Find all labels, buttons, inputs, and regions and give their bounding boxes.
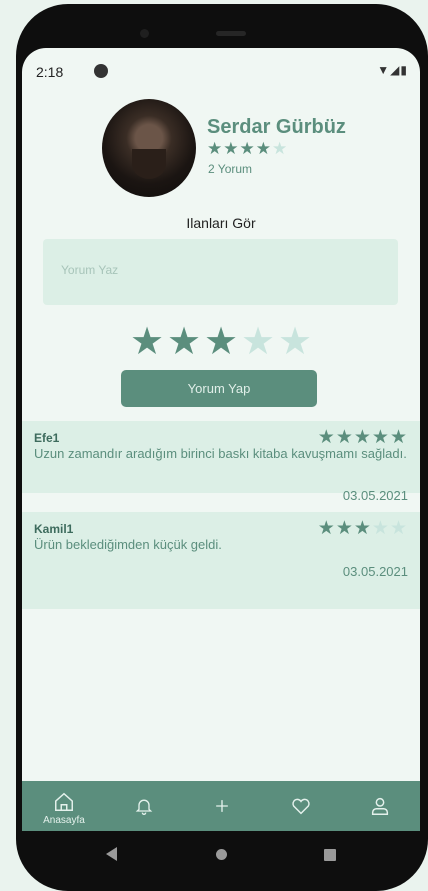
status-bar: 2:18 ▼◢▮ bbox=[22, 48, 420, 88]
status-time: 2:18 bbox=[36, 64, 64, 80]
tab-favorites[interactable] bbox=[271, 781, 331, 831]
rating-star-1[interactable]: ★ bbox=[129, 322, 166, 362]
star-empty-icon: ★ bbox=[389, 518, 408, 539]
review-user: Efe1 bbox=[34, 431, 60, 445]
review-user: Kamil1 bbox=[34, 522, 74, 536]
avatar-portrait bbox=[132, 149, 166, 179]
bottom-tab-bar: Anasayfa bbox=[22, 781, 420, 831]
review-date: 03.05.2021 bbox=[342, 564, 408, 579]
review-date: 03.05.2021 bbox=[342, 488, 408, 503]
tab-home[interactable]: Anasayfa bbox=[34, 781, 94, 831]
home-circle-icon[interactable] bbox=[216, 849, 227, 860]
app-screen: 2:18 ▼◢▮ Serdar Gürbüz ★★★★★ 2 Yorum Ila… bbox=[22, 48, 420, 831]
tab-home-label: Anasayfa bbox=[43, 815, 85, 826]
rating-star-3[interactable]: ★ bbox=[203, 322, 240, 362]
bell-icon bbox=[135, 799, 153, 815]
rating-star-5[interactable]: ★ bbox=[277, 322, 314, 362]
review-card: Kamil1 ★★★★★ Ürün beklediğimden küçük ge… bbox=[22, 512, 420, 609]
rating-selector: ★★★★★ bbox=[22, 322, 420, 362]
star-icon: ★ bbox=[371, 427, 390, 448]
view-listings-link[interactable]: Ilanları Gör bbox=[22, 215, 420, 231]
user-icon bbox=[371, 797, 389, 815]
star-icon: ★ bbox=[389, 427, 408, 448]
back-icon[interactable] bbox=[106, 847, 117, 861]
profile-name: Serdar Gürbüz bbox=[207, 116, 346, 138]
review-count: 2 Yorum bbox=[208, 162, 253, 176]
profile-rating: ★★★★★ bbox=[207, 139, 288, 159]
recent-apps-icon[interactable] bbox=[324, 849, 336, 861]
tab-add[interactable] bbox=[192, 781, 252, 831]
review-text: Ürün beklediğimden küçük geldi. bbox=[34, 537, 222, 552]
rating-star-4[interactable]: ★ bbox=[240, 322, 277, 362]
system-nav-bar bbox=[22, 831, 420, 879]
star-icon: ★ bbox=[239, 139, 256, 158]
star-icon: ★ bbox=[353, 518, 372, 539]
star-empty-icon: ★ bbox=[272, 139, 289, 158]
star-icon: ★ bbox=[335, 427, 354, 448]
star-icon: ★ bbox=[317, 427, 336, 448]
rating-star-2[interactable]: ★ bbox=[166, 322, 203, 362]
home-icon bbox=[55, 792, 73, 811]
app-notification-icon bbox=[94, 64, 108, 78]
comment-input[interactable] bbox=[61, 263, 381, 277]
earpiece-speaker bbox=[216, 31, 246, 36]
submit-review-button[interactable]: Yorum Yap bbox=[121, 370, 317, 407]
heart-icon bbox=[292, 798, 310, 815]
star-icon: ★ bbox=[223, 139, 240, 158]
plus-icon bbox=[216, 800, 228, 812]
tab-notifications[interactable] bbox=[114, 781, 174, 831]
signal-battery-icon: ▼◢▮ bbox=[377, 63, 408, 77]
avatar bbox=[102, 99, 196, 197]
star-empty-icon: ★ bbox=[371, 518, 390, 539]
review-text: Uzun zamandır aradığım birinci baskı kit… bbox=[34, 446, 407, 461]
star-icon: ★ bbox=[255, 139, 272, 158]
tab-profile[interactable] bbox=[350, 781, 410, 831]
review-card: Efe1 ★★★★★ Uzun zamandır aradığım birinc… bbox=[22, 421, 420, 503]
star-icon: ★ bbox=[317, 518, 336, 539]
star-icon: ★ bbox=[353, 427, 372, 448]
star-icon: ★ bbox=[335, 518, 354, 539]
front-camera bbox=[140, 29, 149, 38]
star-icon: ★ bbox=[207, 139, 224, 158]
comment-box[interactable] bbox=[43, 239, 398, 305]
